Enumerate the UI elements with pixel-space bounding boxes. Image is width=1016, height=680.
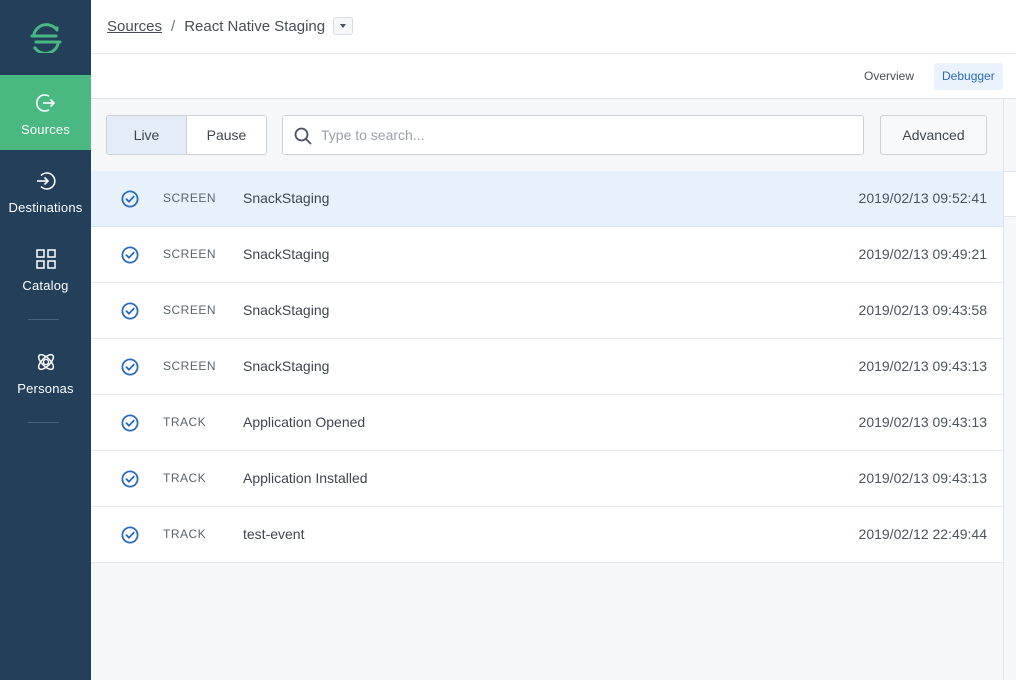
- event-name: SnackStaging: [243, 190, 330, 206]
- event-type: TRACK: [163, 471, 207, 485]
- catalog-icon: [35, 248, 57, 270]
- event-row[interactable]: TRACK test-event 2019/02/12 22:49:44: [91, 507, 1003, 563]
- event-timestamp: 2019/02/13 09:43:13: [858, 358, 987, 374]
- search-input[interactable]: [321, 124, 851, 146]
- sidebar-item-catalog[interactable]: Catalog: [0, 231, 91, 306]
- event-timestamp: 2019/02/13 09:43:13: [858, 470, 987, 486]
- check-circle-icon: [121, 414, 139, 432]
- detail-panel-header: [1004, 171, 1016, 217]
- source-switcher-button[interactable]: [333, 17, 354, 35]
- check-circle-icon: [121, 246, 139, 264]
- event-name: Application Opened: [243, 414, 366, 430]
- caret-down-icon: [340, 24, 347, 28]
- event-type: TRACK: [163, 527, 207, 541]
- sidebar-item-personas[interactable]: Personas: [0, 334, 91, 409]
- segment-logo[interactable]: [0, 0, 91, 75]
- sidebar-item-label: Personas: [17, 381, 74, 396]
- check-circle-icon: [121, 470, 139, 488]
- event-timestamp: 2019/02/13 09:52:41: [858, 190, 987, 206]
- breadcrumb: Sources / React Native Staging: [107, 17, 354, 35]
- event-name: SnackStaging: [243, 246, 330, 262]
- event-name: test-event: [243, 526, 305, 542]
- event-row[interactable]: SCREEN SnackStaging 2019/02/13 09:43:13: [91, 339, 1003, 395]
- destinations-icon: [35, 170, 57, 192]
- event-row[interactable]: SCREEN SnackStaging 2019/02/13 09:52:41: [91, 171, 1003, 227]
- event-name: Application Installed: [243, 470, 368, 486]
- live-pause-toggle: Live Pause: [106, 115, 267, 155]
- sidebar: Sources Destinations Catalog Personas: [0, 0, 91, 680]
- event-type: SCREEN: [163, 359, 217, 373]
- tabs-bar: Overview Debugger: [91, 54, 1016, 99]
- event-timestamp: 2019/02/13 09:43:13: [858, 414, 987, 430]
- event-timestamp: 2019/02/13 09:43:58: [858, 302, 987, 318]
- sources-icon: [35, 92, 57, 114]
- event-detail-panel-edge: [1003, 99, 1016, 680]
- advanced-button[interactable]: Advanced: [880, 115, 987, 155]
- event-row[interactable]: SCREEN SnackStaging 2019/02/13 09:49:21: [91, 227, 1003, 283]
- sidebar-item-label: Sources: [20, 122, 71, 137]
- sidebar-divider: [28, 319, 59, 320]
- sidebar-item-destinations[interactable]: Destinations: [0, 153, 91, 228]
- sidebar-item-label: Destinations: [8, 200, 83, 215]
- live-button[interactable]: Live: [107, 116, 187, 154]
- event-type: SCREEN: [163, 247, 217, 261]
- event-type: SCREEN: [163, 191, 217, 205]
- sidebar-divider: [28, 422, 59, 423]
- event-type: SCREEN: [163, 303, 217, 317]
- sidebar-item-label: Catalog: [22, 278, 69, 293]
- breadcrumb-sources-link[interactable]: Sources: [107, 18, 162, 35]
- sidebar-item-sources[interactable]: Sources: [0, 75, 91, 150]
- tab-overview[interactable]: Overview: [856, 63, 922, 90]
- pause-button[interactable]: Pause: [187, 116, 266, 154]
- check-circle-icon: [121, 526, 139, 544]
- check-circle-icon: [121, 358, 139, 376]
- event-name: SnackStaging: [243, 302, 330, 318]
- check-circle-icon: [121, 302, 139, 320]
- check-circle-icon: [121, 190, 139, 208]
- top-bar: Sources / React Native Staging: [91, 0, 1016, 54]
- event-list: SCREEN SnackStaging 2019/02/13 09:52:41 …: [91, 171, 1003, 563]
- event-row[interactable]: SCREEN SnackStaging 2019/02/13 09:43:58: [91, 283, 1003, 339]
- event-timestamp: 2019/02/13 09:49:21: [858, 246, 987, 262]
- segment-logo-icon: [30, 22, 61, 53]
- tab-debugger[interactable]: Debugger: [934, 63, 1003, 90]
- event-name: SnackStaging: [243, 358, 330, 374]
- search-icon: [294, 127, 312, 145]
- event-row[interactable]: TRACK Application Installed 2019/02/13 0…: [91, 451, 1003, 507]
- breadcrumb-separator: /: [171, 17, 176, 35]
- event-type: TRACK: [163, 415, 207, 429]
- breadcrumb-current-source: React Native Staging: [184, 17, 326, 35]
- search-box: [282, 115, 864, 155]
- event-row[interactable]: TRACK Application Opened 2019/02/13 09:4…: [91, 395, 1003, 451]
- event-timestamp: 2019/02/12 22:49:44: [858, 526, 987, 542]
- personas-icon: [35, 351, 57, 373]
